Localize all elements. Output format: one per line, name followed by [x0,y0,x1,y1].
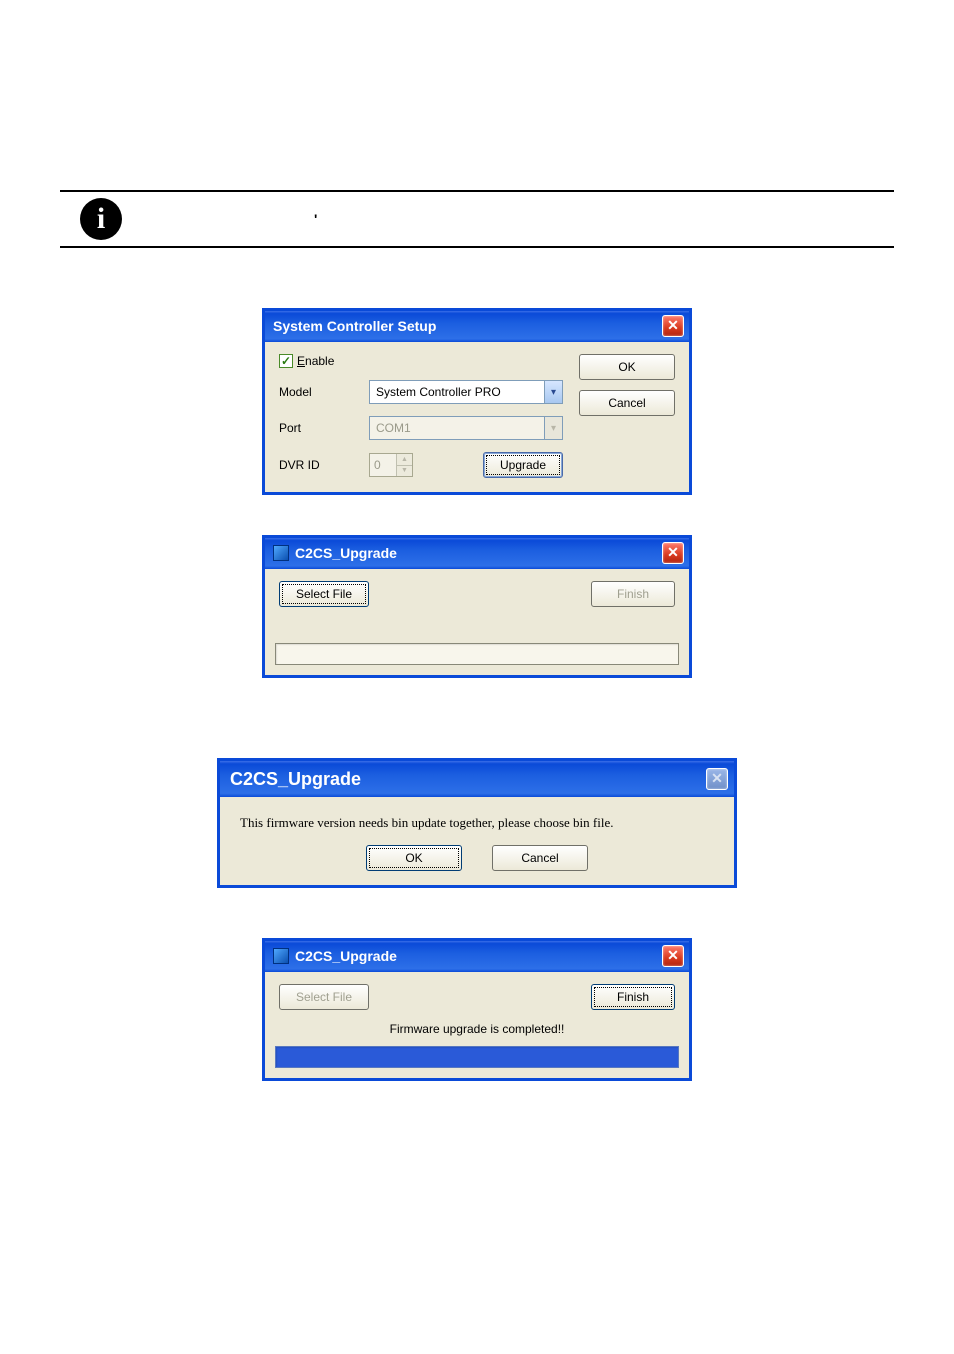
port-label: Port [279,421,369,435]
spin-up-icon: ▲ [396,454,412,466]
progress-bar [275,1046,679,1068]
window-title: System Controller Setup [273,318,436,334]
close-icon[interactable]: ✕ [662,945,684,967]
window-title: C2CS_Upgrade [230,769,361,790]
chevron-down-icon: ▾ [544,417,562,439]
select-file-button[interactable]: Select File [279,581,369,607]
select-file-button: Select File [279,984,369,1010]
ok-button[interactable]: OK [579,354,675,380]
app-icon [273,545,289,561]
system-controller-setup-dialog: System Controller Setup ✕ ✓ Enable Model [262,308,692,495]
titlebar[interactable]: C2CS_Upgrade ✕ [265,941,689,972]
dvrid-stepper: 0 ▲ ▼ [369,453,413,477]
chevron-down-icon[interactable]: ▾ [544,381,562,403]
ok-button[interactable]: OK [366,845,462,871]
port-select: COM1 ▾ [369,416,563,440]
titlebar[interactable]: C2CS_Upgrade ✕ [265,538,689,569]
cancel-button[interactable]: Cancel [492,845,588,871]
model-value: System Controller PRO [376,385,501,399]
model-label: Model [279,385,369,399]
titlebar[interactable]: C2CS_Upgrade ✕ [220,761,734,797]
spin-down-icon: ▼ [396,466,412,477]
info-icon: i [80,198,122,240]
upgrade-button[interactable]: Upgrade [483,452,563,478]
close-icon: ✕ [706,768,728,790]
status-text: Firmware upgrade is completed!! [265,1016,689,1046]
cancel-button[interactable]: Cancel [579,390,675,416]
close-icon[interactable]: ✕ [662,542,684,564]
window-title: C2CS_Upgrade [295,545,397,561]
c2cs-upgrade-messagebox: C2CS_Upgrade ✕ This firmware version nee… [217,758,737,888]
c2cs-upgrade-dialog-done: C2CS_Upgrade ✕ Select File Finish Firmwa… [262,938,692,1081]
stray-apostrophe: ' [314,211,317,227]
app-icon [273,948,289,964]
info-note-area: ' [134,211,894,227]
port-value: COM1 [376,421,411,435]
dvrid-value: 0 [370,454,396,476]
dvrid-label: DVR ID [279,458,369,472]
finish-button: Finish [591,581,675,607]
progress-bar [275,643,679,665]
finish-button[interactable]: Finish [591,984,675,1010]
message-text: This firmware version needs bin update t… [220,797,734,839]
titlebar[interactable]: System Controller Setup ✕ [265,311,689,342]
close-icon[interactable]: ✕ [662,315,684,337]
enable-checkbox[interactable]: ✓ [279,354,293,368]
model-select[interactable]: System Controller PRO ▾ [369,380,563,404]
c2cs-upgrade-dialog-select: C2CS_Upgrade ✕ Select File Finish [262,535,692,678]
window-title: C2CS_Upgrade [295,948,397,964]
enable-label: Enable [297,354,334,368]
